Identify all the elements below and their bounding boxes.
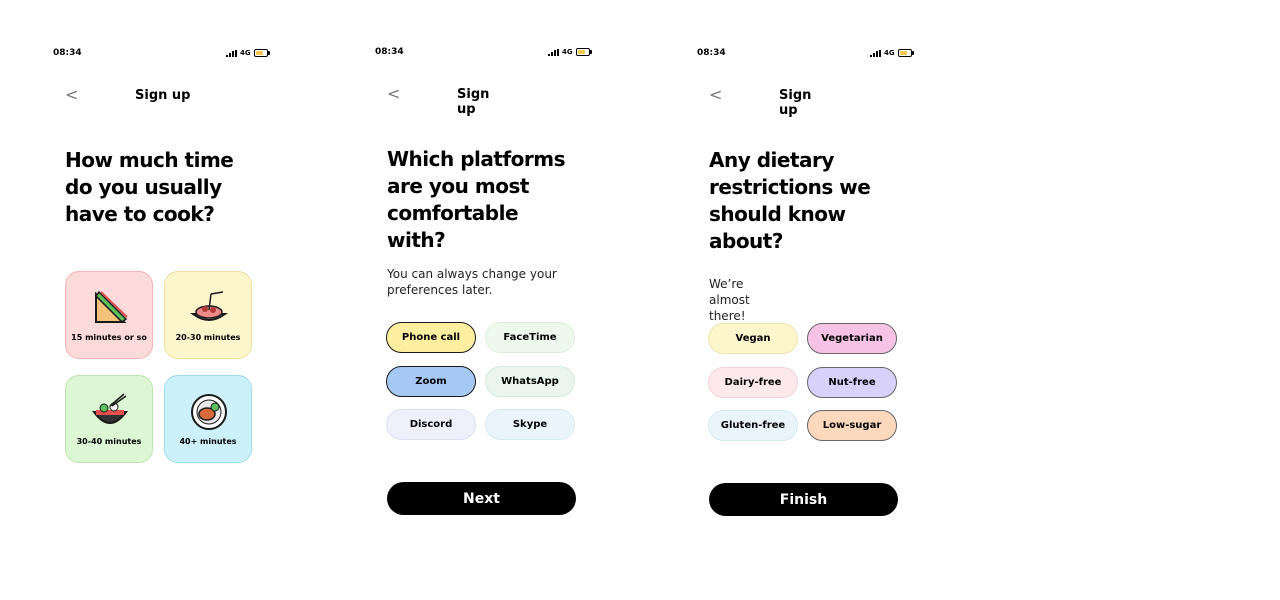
option-whatsapp[interactable]: WhatsApp [485,366,575,397]
next-button[interactable]: Next [387,482,576,515]
option-dairy-free[interactable]: Dairy-free [708,367,798,398]
status-time: 08:34 [697,48,726,58]
status-indicators: 4G [870,49,914,57]
option-low-sugar[interactable]: Low-sugar [807,410,897,441]
page-title: Sign up [457,87,490,117]
question-heading: Any dietary restrictions we should know … [709,148,871,253]
option-nut-free[interactable]: Nut-free [807,367,897,398]
back-icon[interactable]: < [709,85,722,104]
option-gluten-free[interactable]: Gluten-free [708,410,798,441]
status-indicators: 4G [548,48,592,56]
signal-icon [870,49,881,57]
option-discord[interactable]: Discord [386,409,476,440]
option-phone-call[interactable]: Phone call [386,322,476,353]
question-heading: Which platforms are you most comfortable… [387,147,566,252]
finish-button[interactable]: Finish [709,483,898,516]
status-time: 08:34 [375,47,404,57]
network-label: 4G [884,49,895,57]
option-vegan[interactable]: Vegan [708,323,798,354]
helper-text: We’re almost there! [709,277,750,323]
page-title: Sign up [779,88,812,118]
signal-icon [548,48,559,56]
network-label: 4G [562,48,573,56]
option-skype[interactable]: Skype [485,409,575,440]
screen-dietary: 08:34 4G < Sign up Any dietary restricti… [0,0,914,600]
helper-text: You can always change your preferences l… [387,267,557,297]
option-vegetarian[interactable]: Vegetarian [807,323,897,354]
battery-icon [897,49,914,57]
option-facetime[interactable]: FaceTime [485,322,575,353]
back-icon[interactable]: < [387,84,400,103]
battery-icon [575,48,592,56]
option-zoom[interactable]: Zoom [386,366,476,397]
